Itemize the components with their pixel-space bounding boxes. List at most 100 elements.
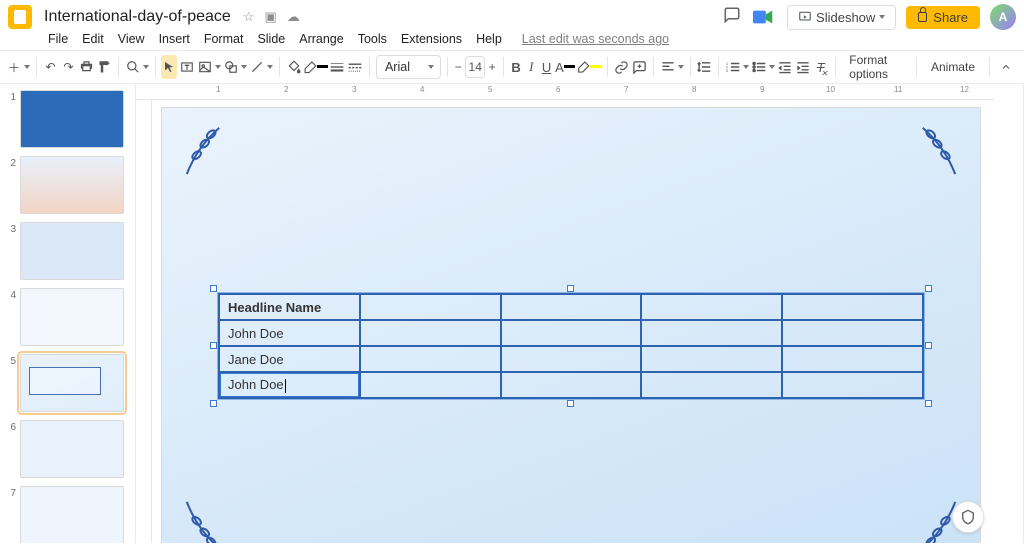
- comment-history-icon[interactable]: [723, 6, 741, 29]
- slide-thumbnail-3[interactable]: [20, 222, 124, 280]
- insert-comment-button[interactable]: [631, 55, 647, 79]
- thumb-number: 7: [6, 486, 20, 543]
- slideshow-button[interactable]: Slideshow: [787, 5, 896, 30]
- resize-handle[interactable]: [925, 400, 932, 407]
- numbered-list-button[interactable]: 123: [725, 55, 741, 79]
- numbered-list-dropdown-icon[interactable]: [743, 65, 749, 69]
- text-color-button[interactable]: A: [555, 55, 575, 79]
- thumb-number: 1: [6, 90, 20, 148]
- share-button[interactable]: Share: [906, 6, 980, 29]
- animate-button[interactable]: Animate: [923, 60, 983, 74]
- table-object[interactable]: Headline Name John Doe Jane Doe: [218, 293, 924, 399]
- document-title[interactable]: International-day-of-peace: [40, 6, 235, 28]
- thumb-number: 6: [6, 420, 20, 478]
- resize-handle[interactable]: [925, 342, 932, 349]
- border-color-button[interactable]: [304, 55, 328, 79]
- menu-arrange[interactable]: Arrange: [299, 32, 343, 46]
- resize-handle[interactable]: [210, 400, 217, 407]
- resize-handle[interactable]: [210, 342, 217, 349]
- slideshow-dropdown-icon[interactable]: [879, 15, 885, 19]
- resize-handle[interactable]: [925, 285, 932, 292]
- border-dash-button[interactable]: [347, 55, 363, 79]
- format-options-button[interactable]: Format options: [841, 53, 910, 81]
- last-edit-link[interactable]: Last edit was seconds ago: [522, 32, 669, 46]
- line-tool[interactable]: [249, 55, 265, 79]
- resize-handle[interactable]: [567, 400, 574, 407]
- font-size-increase[interactable]: +: [487, 56, 496, 78]
- star-icon[interactable]: ☆: [243, 9, 255, 25]
- menu-slide[interactable]: Slide: [257, 32, 285, 46]
- meet-icon[interactable]: [751, 4, 777, 30]
- lock-icon: [918, 12, 927, 22]
- shape-dropdown-icon[interactable]: [241, 65, 247, 69]
- select-tool[interactable]: [161, 55, 177, 79]
- slide-thumbnail-6[interactable]: [20, 420, 124, 478]
- horizontal-ruler: 12 34 56 78 910 1112: [136, 84, 994, 100]
- resize-handle[interactable]: [567, 285, 574, 292]
- undo-button[interactable]: ↶: [43, 55, 59, 79]
- underline-button[interactable]: U: [540, 55, 553, 79]
- decrease-indent-button[interactable]: [777, 55, 793, 79]
- image-tool[interactable]: [197, 55, 213, 79]
- zoom-dropdown-icon[interactable]: [143, 65, 149, 69]
- image-dropdown-icon[interactable]: [215, 65, 221, 69]
- font-size-decrease[interactable]: −: [454, 56, 463, 78]
- line-dropdown-icon[interactable]: [267, 65, 273, 69]
- new-slide-button[interactable]: ＋: [6, 55, 22, 79]
- explore-button[interactable]: [952, 501, 984, 533]
- thumb-number: 2: [6, 156, 20, 214]
- border-weight-button[interactable]: [330, 55, 346, 79]
- menu-insert[interactable]: Insert: [159, 32, 190, 46]
- fill-color-button[interactable]: [286, 55, 302, 79]
- paint-format-button[interactable]: [96, 55, 112, 79]
- slide-thumbnail-1[interactable]: [20, 90, 124, 148]
- menu-view[interactable]: View: [118, 32, 145, 46]
- bulleted-list-button[interactable]: [751, 55, 767, 79]
- highlight-button[interactable]: [577, 55, 601, 79]
- font-family-label: Arial: [385, 60, 410, 74]
- font-size-input[interactable]: 14: [465, 56, 486, 78]
- menu-file[interactable]: File: [48, 32, 68, 46]
- font-family-select[interactable]: Arial: [376, 55, 441, 79]
- account-avatar[interactable]: A: [990, 4, 1016, 30]
- collapse-toolbar-button[interactable]: [994, 55, 1018, 79]
- thumb-number: 4: [6, 288, 20, 346]
- slideshow-label: Slideshow: [816, 10, 875, 25]
- align-dropdown-icon[interactable]: [678, 65, 684, 69]
- vertical-ruler: [136, 100, 152, 543]
- new-slide-dropdown-icon[interactable]: [24, 65, 30, 69]
- resize-handle[interactable]: [210, 285, 217, 292]
- menu-help[interactable]: Help: [476, 32, 502, 46]
- italic-button[interactable]: I: [525, 55, 538, 79]
- menu-format[interactable]: Format: [204, 32, 244, 46]
- insert-link-button[interactable]: [613, 55, 629, 79]
- menu-edit[interactable]: Edit: [82, 32, 104, 46]
- align-button[interactable]: [660, 55, 676, 79]
- redo-button[interactable]: ↷: [60, 55, 76, 79]
- shape-tool[interactable]: [223, 55, 239, 79]
- thumb-number: 5: [6, 354, 20, 412]
- slide-canvas[interactable]: Headline Name John Doe Jane Doe: [162, 108, 980, 543]
- clear-formatting-button[interactable]: T✕: [813, 55, 829, 79]
- font-dropdown-icon: [428, 65, 434, 69]
- slide-thumbnail-5[interactable]: [20, 354, 124, 412]
- menu-extensions[interactable]: Extensions: [401, 32, 462, 46]
- filmstrip[interactable]: 1 2 3 4 5 6 7 8: [0, 84, 136, 543]
- menu-tools[interactable]: Tools: [358, 32, 387, 46]
- slide-thumbnail-2[interactable]: [20, 156, 124, 214]
- line-spacing-button[interactable]: [697, 55, 713, 79]
- zoom-button[interactable]: [125, 55, 141, 79]
- share-label: Share: [933, 10, 968, 25]
- textbox-tool[interactable]: [179, 55, 195, 79]
- increase-indent-button[interactable]: [795, 55, 811, 79]
- slide-thumbnail-4[interactable]: [20, 288, 124, 346]
- slide-thumbnail-7[interactable]: [20, 486, 124, 543]
- move-icon[interactable]: ▣: [264, 9, 276, 25]
- svg-text:3: 3: [726, 69, 728, 73]
- bold-button[interactable]: B: [509, 55, 522, 79]
- bulleted-list-dropdown-icon[interactable]: [769, 65, 775, 69]
- print-button[interactable]: [78, 55, 94, 79]
- thumb-number: 3: [6, 222, 20, 280]
- slides-logo[interactable]: [8, 5, 32, 29]
- cloud-status-icon[interactable]: ☁: [287, 9, 300, 25]
